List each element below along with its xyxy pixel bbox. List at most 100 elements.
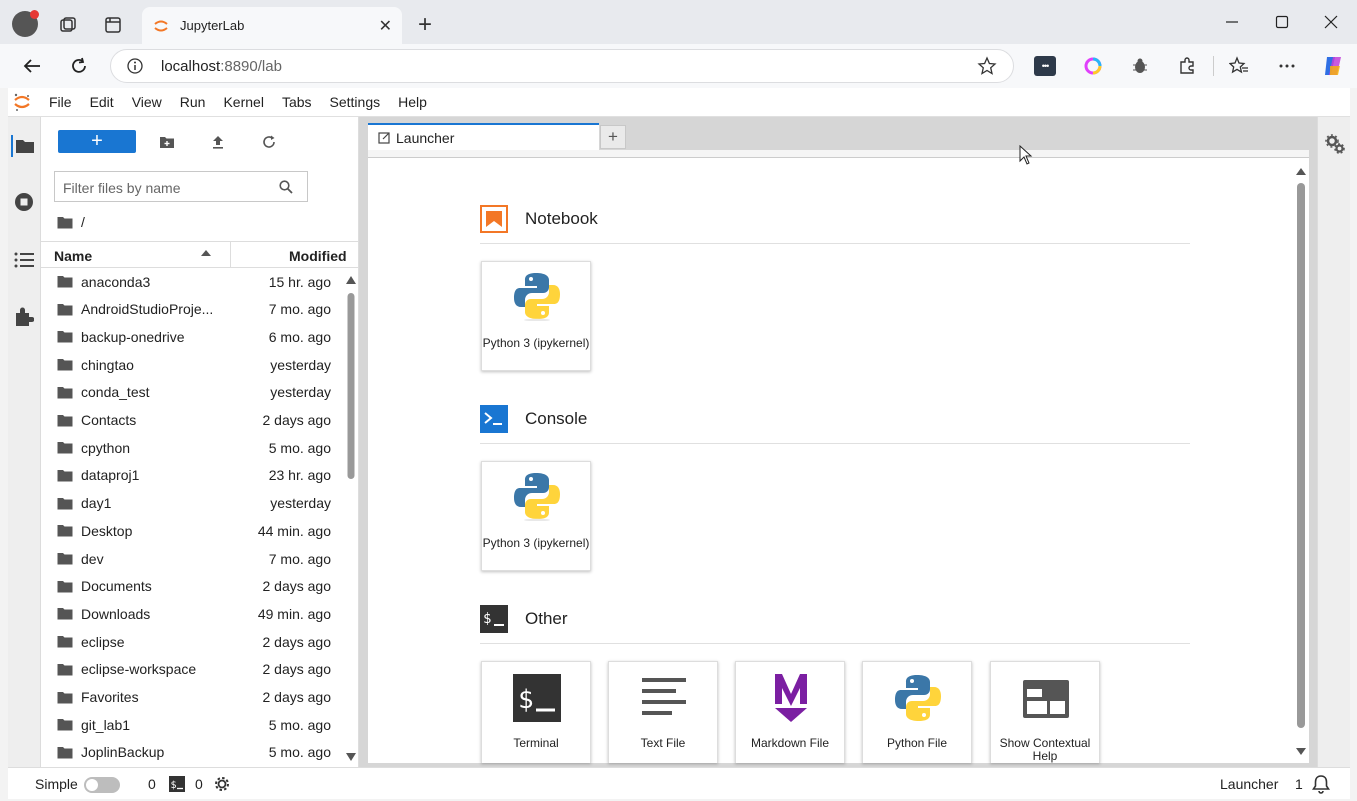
minimize-icon[interactable] [1222,12,1242,32]
file-browser-folder-icon[interactable] [11,135,37,157]
menu-view[interactable]: View [123,94,171,110]
running-kernels-icon[interactable] [11,191,37,213]
file-row[interactable]: Downloads 49 min. ago [41,600,345,627]
browser-tab-title: JupyterLab [180,18,245,33]
file-row[interactable]: AndroidStudioProje... 7 mo. ago [41,296,345,323]
extension-bug-icon[interactable] [1129,55,1151,77]
console-python3-card[interactable]: Python 3 (ipykernel) [481,461,591,571]
column-name-header[interactable]: Name [54,248,92,264]
close-tab-icon[interactable]: ✕ [379,16,392,36]
address-field[interactable]: localhost:8890/lab [110,49,1014,83]
file-modified: 44 min. ago [257,522,331,539]
svg-text:$: $ [518,685,534,715]
console-python3-label: Python 3 (ipykernel) [482,536,590,550]
menu-settings[interactable]: Settings [321,94,390,110]
file-row[interactable]: JoplinBackup 5 mo. ago [41,739,345,766]
file-row[interactable]: Favorites 2 days ago [41,684,345,711]
tab-actions-icon[interactable] [102,14,124,36]
notification-bell-icon[interactable] [1312,774,1330,794]
terminal-status-icon: $ [169,776,185,792]
file-list-scrollbar[interactable] [346,275,356,763]
markdown-file-card[interactable]: Markdown File [735,661,845,763]
file-row[interactable]: git_lab1 5 mo. ago [41,711,345,738]
extensions-puzzle-icon[interactable] [1176,55,1198,77]
refresh-icon[interactable] [258,132,280,152]
breadcrumb-root[interactable]: / [81,214,85,230]
terminals-count[interactable]: 0 [195,776,203,792]
contextual-help-card[interactable]: Show Contextual Help [990,661,1100,763]
menu-kernel[interactable]: Kernel [214,94,272,110]
notification-count[interactable]: 1 [1295,776,1303,792]
menu-file[interactable]: File [40,94,81,110]
text-file-card[interactable]: Text File [608,661,718,763]
file-row[interactable]: eclipse 2 days ago [41,628,345,655]
file-name: conda_test [81,384,150,401]
file-row[interactable]: day1 yesterday [41,490,345,517]
file-name: cpython [81,439,131,456]
notebook-python3-label: Python 3 (ipykernel) [482,336,590,350]
browser-tab-jupyterlab[interactable]: JupyterLab ✕ [142,7,402,44]
menu-run[interactable]: Run [171,94,215,110]
search-icon [279,180,293,194]
file-row[interactable]: Documents 2 days ago [41,573,345,600]
terminal-icon: $ [513,674,561,722]
python-file-card[interactable]: Python File [862,661,972,763]
profile-avatar-icon[interactable] [12,10,39,37]
kernel-settings-gear-icon[interactable] [214,776,230,792]
extension-color-icon[interactable] [1082,55,1104,77]
folder-icon [57,358,73,371]
new-folder-icon[interactable] [156,132,178,152]
copilot-icon[interactable] [1320,53,1346,79]
main-dock-area: Launcher + Notebook Python 3 (ipykernel)… [359,117,1317,767]
file-row[interactable]: backup-onedrive 6 mo. ago [41,323,345,350]
kernels-count[interactable]: 0 [148,776,156,792]
reload-icon[interactable] [67,54,91,78]
back-icon[interactable] [20,54,44,78]
other-section-icon: $ [480,605,508,633]
launcher-scrollbar[interactable] [1295,167,1307,757]
extension-password-icon[interactable]: ••• [1034,56,1056,76]
add-tab-button[interactable]: + [600,125,626,149]
folder-icon [57,718,73,731]
folder-icon [57,303,73,316]
workspaces-icon[interactable] [57,14,79,36]
property-inspector-gears-icon[interactable] [1324,133,1346,155]
file-row[interactable]: Contacts 2 days ago [41,407,345,434]
contextual-help-icon [1022,679,1070,719]
file-modified: 7 mo. ago [268,301,331,318]
file-row[interactable]: dataproj1 23 hr. ago [41,462,345,489]
file-row[interactable]: eclipse-workspace 2 days ago [41,656,345,683]
new-launcher-button[interactable]: + [58,130,136,153]
menu-tabs[interactable]: Tabs [273,94,321,110]
file-row[interactable]: cpython 5 mo. ago [41,434,345,461]
file-name: Favorites [81,689,139,705]
simple-mode-toggle[interactable] [84,777,120,793]
table-of-contents-icon[interactable] [11,249,37,271]
python-logo-icon [513,471,561,521]
filter-files-input[interactable]: Filter files by name [54,171,308,202]
close-window-icon[interactable] [1321,12,1341,32]
site-info-icon[interactable] [127,58,143,74]
extension-manager-icon[interactable] [11,306,37,328]
file-row[interactable]: anaconda3 15 hr. ago [41,268,345,295]
status-bar: Simple 0 $ 0 Launcher 1 [8,767,1350,799]
favorites-icon[interactable] [1228,55,1250,77]
tab-launcher[interactable]: Launcher [368,123,599,150]
more-menu-icon[interactable] [1276,55,1298,77]
file-row[interactable]: Desktop 44 min. ago [41,517,345,544]
url-text: localhost:8890/lab [161,58,282,75]
menu-help[interactable]: Help [389,94,436,110]
new-tab-icon[interactable]: + [414,11,436,38]
upload-icon[interactable] [207,132,229,152]
browser-tab-strip: JupyterLab ✕ + [0,0,1357,44]
maximize-icon[interactable] [1272,12,1292,32]
column-modified-header[interactable]: Modified [289,248,347,264]
menu-edit[interactable]: Edit [81,94,123,110]
file-row[interactable]: dev 7 mo. ago [41,545,345,572]
file-row[interactable]: chingtao yesterday [41,351,345,378]
favorite-star-icon[interactable] [977,56,997,76]
terminal-card[interactable]: $ Terminal [481,661,591,763]
file-row[interactable]: conda_test yesterday [41,379,345,406]
home-folder-icon[interactable] [57,216,73,229]
notebook-python3-card[interactable]: Python 3 (ipykernel) [481,261,591,371]
